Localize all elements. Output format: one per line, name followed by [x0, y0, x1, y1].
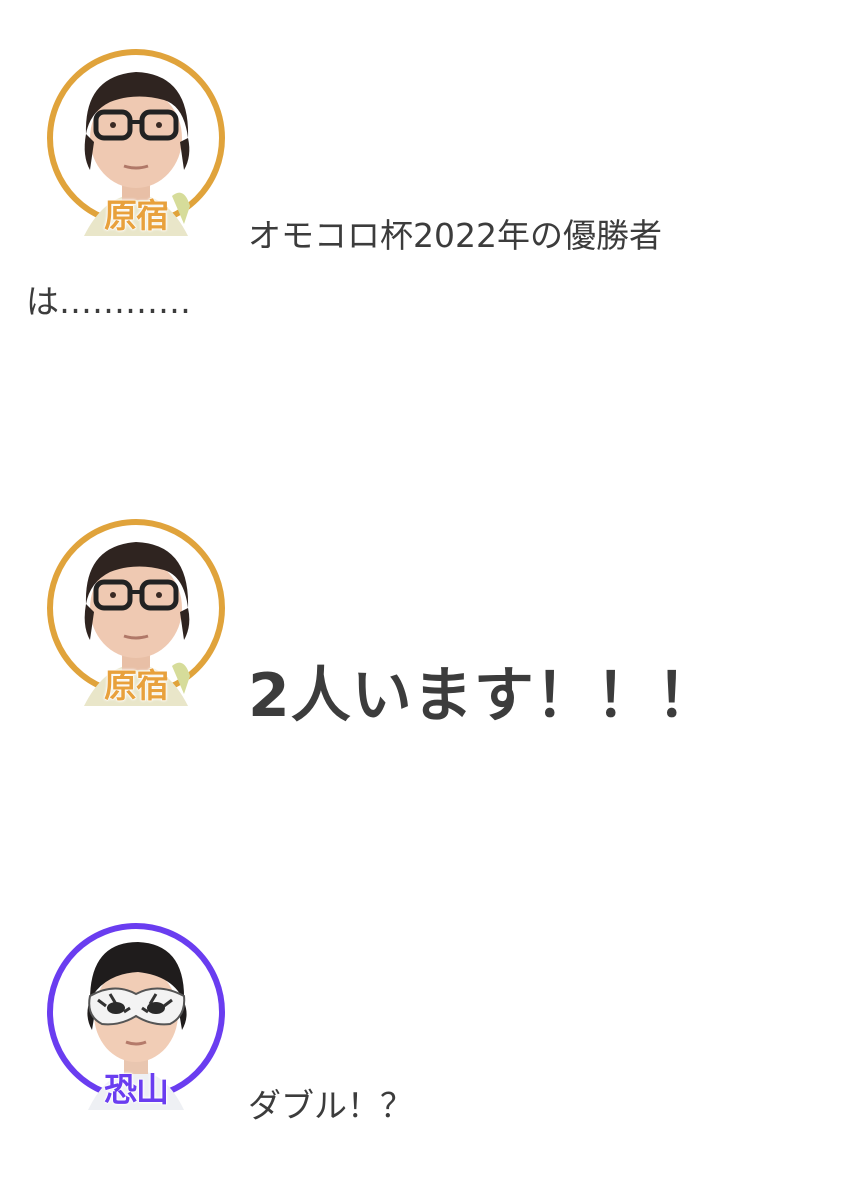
message-text: オモコロ杯2022年の優勝者	[248, 216, 662, 255]
avatar-harajuku-1: 原宿	[44, 46, 228, 246]
speaker-name-label: 原宿	[104, 666, 170, 706]
avatar-harajuku-2: 原宿	[44, 516, 228, 716]
avatar-osorezan: 恐山	[44, 920, 228, 1120]
speaker-name-label: 恐山	[104, 1070, 170, 1110]
speaker-name-label: 原宿	[104, 196, 170, 236]
message-text-emphasis: 2人います！！！	[248, 661, 718, 731]
message-text: ダブル！？	[248, 1086, 413, 1125]
message-text-continued: は…………	[26, 282, 191, 321]
